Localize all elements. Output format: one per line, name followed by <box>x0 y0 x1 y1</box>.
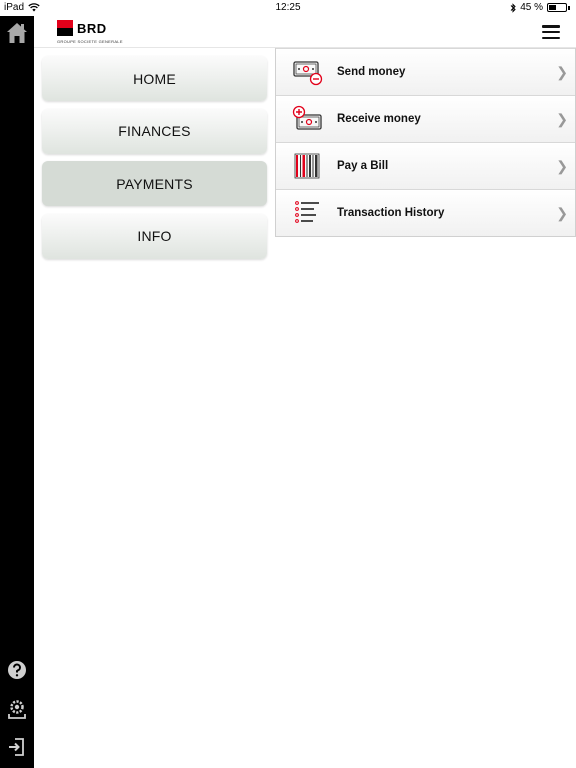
send-money-icon <box>292 58 324 86</box>
battery-percent: 45 % <box>520 2 543 13</box>
hamburger-menu-button[interactable] <box>542 23 560 41</box>
payments-submenu: Send money ❯ Receive money ❯ Pay a Bill … <box>275 48 576 237</box>
chevron-right-icon: ❯ <box>556 110 568 127</box>
chevron-right-icon: ❯ <box>556 157 568 174</box>
help-button[interactable] <box>0 653 34 687</box>
receive-money-item[interactable]: Receive money ❯ <box>276 95 575 142</box>
help-icon <box>8 661 26 679</box>
nav-finances-button[interactable]: FINANCES <box>42 108 267 154</box>
chevron-right-icon: ❯ <box>556 63 568 80</box>
nav-info-button[interactable]: INFO <box>42 213 267 259</box>
status-time: 12:25 <box>275 2 301 13</box>
history-list-icon <box>292 199 324 227</box>
battery-fill <box>549 5 557 10</box>
settings-button[interactable] <box>0 692 34 726</box>
home-button[interactable] <box>0 16 34 50</box>
home-icon <box>7 23 27 43</box>
logo-mark: BRD <box>57 20 123 36</box>
transaction-history-item[interactable]: Transaction History ❯ <box>276 189 575 236</box>
send-money-label: Send money <box>337 66 406 78</box>
menu-icon-bar <box>542 36 560 39</box>
nav-payments-button[interactable]: PAYMENTS <box>42 161 267 206</box>
receive-money-label: Receive money <box>337 113 421 125</box>
chevron-right-icon: ❯ <box>556 204 568 221</box>
top-bar: BRD GROUPE SOCIETE GENERALE <box>34 16 576 48</box>
battery-tip <box>568 5 570 10</box>
battery-icon <box>547 3 567 12</box>
transaction-history-label: Transaction History <box>337 207 445 219</box>
bluetooth-icon <box>510 2 516 13</box>
logout-button[interactable] <box>0 730 34 764</box>
main-nav: HOME FINANCES PAYMENTS INFO <box>42 56 267 266</box>
side-rail <box>0 16 34 768</box>
status-right: 45 % <box>510 2 570 13</box>
receive-money-icon <box>292 105 324 133</box>
nav-home-button[interactable]: HOME <box>42 56 267 101</box>
logo-square <box>57 20 73 36</box>
logo-subtitle: GROUPE SOCIETE GENERALE <box>57 39 123 44</box>
pay-bill-label: Pay a Bill <box>337 160 389 172</box>
settings-icon <box>8 700 26 719</box>
logout-icon <box>9 738 24 756</box>
logo-text: BRD <box>77 20 107 36</box>
status-bar: iPad 12:25 45 % <box>0 0 576 16</box>
barcode-icon <box>292 152 324 180</box>
menu-icon-bar <box>542 25 560 28</box>
pay-bill-item[interactable]: Pay a Bill ❯ <box>276 142 575 189</box>
send-money-item[interactable]: Send money ❯ <box>276 48 575 95</box>
menu-icon-bar <box>542 30 560 34</box>
brd-logo: BRD GROUPE SOCIETE GENERALE <box>57 20 123 44</box>
